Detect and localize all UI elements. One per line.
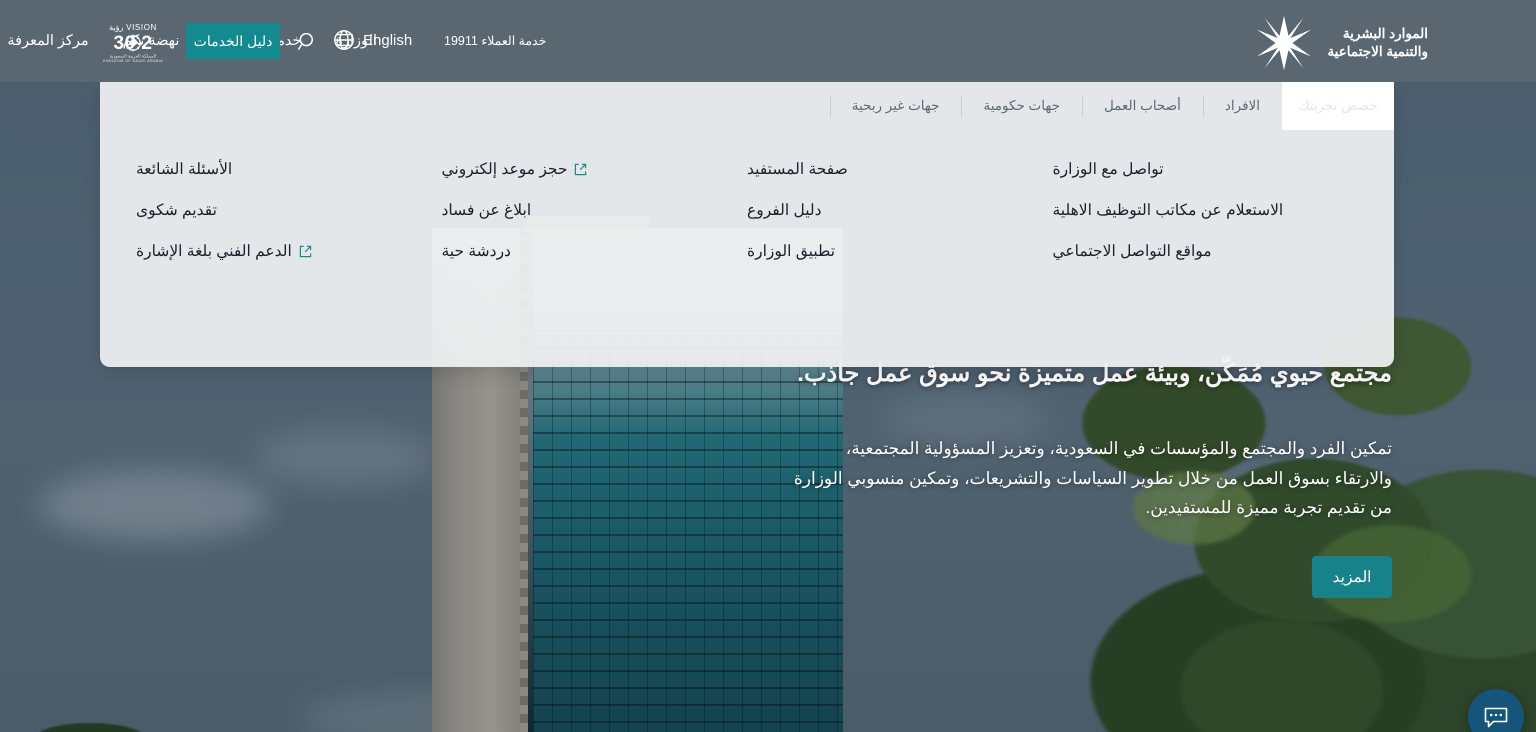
mega-menu-row: تواصل مع الوزارة صفحة المستفيد حجز موعد … (136, 138, 1358, 179)
link-faq[interactable]: الأسئلة الشائعة (136, 138, 442, 179)
mega-menu-row: الاستعلام عن مكاتب التوظيف الاهلية دليل … (136, 179, 1358, 220)
link-report-corruption[interactable]: ابلاغ عن فساد (442, 179, 748, 220)
brand-line-1: الموارد البشرية (1342, 25, 1428, 41)
globe-icon (334, 30, 354, 50)
link-label: دليل الفروع (747, 202, 822, 219)
link-label: حجز موعد إلكتروني (441, 161, 568, 178)
mega-menu-links: تواصل مع الوزارة صفحة المستفيد حجز موعد … (100, 138, 1394, 261)
link-book-appointment[interactable]: حجز موعد إلكتروني (442, 138, 748, 179)
customer-service-phone[interactable]: خدمة العملاء 19911 (444, 33, 546, 48)
external-link-icon (299, 245, 312, 258)
brand-line-2: والتنمية الاجتماعية (1327, 44, 1428, 59)
link-label: دردشة حية (441, 243, 511, 260)
vision-2030-logo[interactable]: VISION رؤية 2 30 المملكة العربية السعودي… (94, 19, 172, 63)
link-recruitment-offices-inquiry[interactable]: الاستعلام عن مكاتب التوظيف الاهلية (1053, 179, 1359, 220)
services-guide-button[interactable]: دليل الخدمات (186, 23, 280, 59)
tab-government-entities[interactable]: جهات حكومية (961, 82, 1081, 130)
hero-paragraph: تمكين الفرد والمجتمع والمؤسسات في السعود… (793, 439, 1392, 517)
link-social-media[interactable]: مواقع التواصل الاجتماعي (1053, 220, 1359, 261)
tab-individuals[interactable]: الافراد (1202, 82, 1282, 130)
svg-text:KINGDOM OF SAUDI ARABIA: KINGDOM OF SAUDI ARABIA (103, 58, 163, 63)
site-logo[interactable]: الموارد البشرية والتنمية الاجتماعية (1253, 14, 1428, 72)
link-label: الأسئلة الشائعة (136, 161, 233, 178)
link-label: ابلاغ عن فساد (441, 202, 532, 219)
link-branches-directory[interactable]: دليل الفروع (747, 179, 1053, 220)
link-submit-complaint[interactable]: تقديم شكوى (136, 179, 442, 220)
link-label: الاستعلام عن مكاتب التوظيف الاهلية (1052, 202, 1284, 219)
mega-menu-panel: خصص تجربتك الافراد أصحاب العمل جهات حكوم… (100, 82, 1394, 367)
search-button[interactable] (297, 31, 319, 58)
tab-label: أصحاب العمل (1103, 98, 1181, 113)
tab-divider (961, 95, 963, 117)
link-label: الدعم الفني بلغة الإشارة (136, 243, 292, 260)
link-label: صفحة المستفيد (747, 161, 848, 178)
svg-text:VISION رؤية: VISION رؤية (109, 23, 157, 32)
tab-customize-experience[interactable]: خصص تجربتك (1282, 82, 1394, 130)
tab-label: الافراد (1224, 98, 1260, 113)
tab-divider (829, 95, 831, 117)
language-label: English (363, 31, 413, 49)
link-sign-language-support[interactable]: الدعم الفني بلغة الإشارة (136, 220, 442, 261)
tab-label: جهات غير ربحية (851, 98, 940, 113)
site-header: الموارد البشرية والتنمية الاجتماعية الوز… (0, 0, 1536, 82)
brand-text: الموارد البشرية والتنمية الاجتماعية (1327, 25, 1428, 61)
link-ministry-app[interactable]: تطبيق الوزارة (747, 220, 1053, 261)
link-label: مواقع التواصل الاجتماعي (1052, 243, 1212, 260)
tab-employers[interactable]: أصحاب العمل (1081, 82, 1203, 130)
link-beneficiary-page[interactable]: صفحة المستفيد (747, 138, 1053, 179)
hero-content: مجتمع حيوي مُمَكّن، وبيئة عمل متميزة نحو… (792, 358, 1392, 599)
tab-nonprofit-entities[interactable]: جهات غير ربحية (829, 82, 962, 130)
tab-divider (1202, 95, 1204, 117)
chat-bubble-icon (1484, 707, 1508, 728)
link-label: تقديم شكوى (136, 202, 217, 219)
more-button[interactable]: المزيد (1312, 556, 1392, 599)
link-live-chat[interactable]: دردشة حية (442, 220, 748, 261)
language-switcher[interactable]: English (332, 28, 412, 52)
nav-item-knowledge-center[interactable]: مركز المعرفة (0, 0, 106, 82)
tab-label: خصص تجربتك (1298, 98, 1378, 113)
search-icon (297, 32, 314, 51)
link-contact-ministry[interactable]: تواصل مع الوزارة (1053, 138, 1359, 179)
nav-label: مركز المعرفة (7, 33, 89, 49)
mega-menu-row: مواقع التواصل الاجتماعي تطبيق الوزارة در… (136, 220, 1358, 261)
link-label: تواصل مع الوزارة (1052, 161, 1164, 178)
external-link-icon (575, 163, 587, 176)
palm-star-emblem-icon (1257, 15, 1312, 71)
mega-menu-tabs: خصص تجربتك الافراد أصحاب العمل جهات حكوم… (829, 82, 1394, 130)
link-label: تطبيق الوزارة (747, 243, 836, 260)
tab-label: جهات حكومية (983, 98, 1060, 113)
tab-divider (1081, 95, 1083, 117)
